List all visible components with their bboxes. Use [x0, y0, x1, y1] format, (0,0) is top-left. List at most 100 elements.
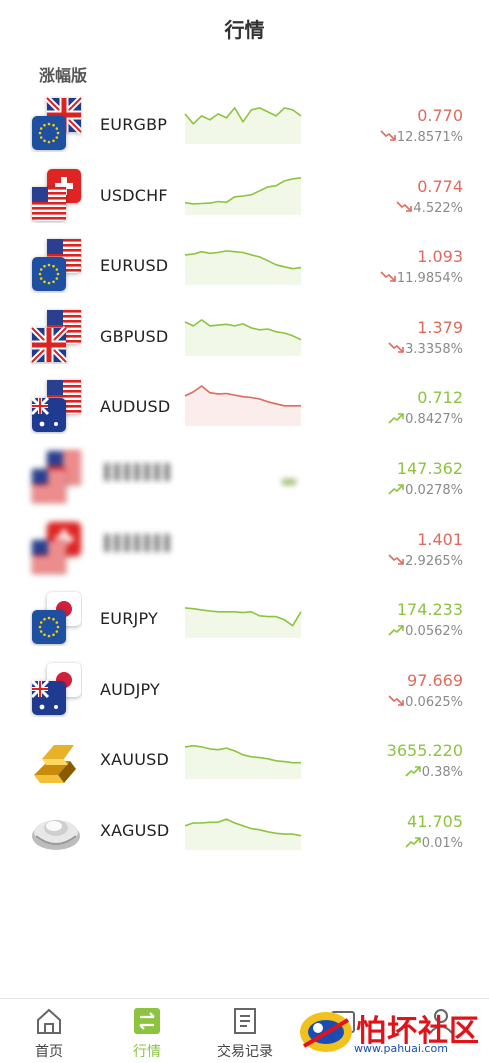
price-value: 1.093	[417, 247, 463, 267]
trend-up-icon	[405, 837, 421, 848]
currency-pair-flags	[32, 592, 81, 645]
currency-pair-flags	[30, 309, 81, 364]
sparkline-chart	[184, 250, 302, 286]
symbol-label: XAUUSD	[100, 750, 170, 770]
symbol-label: EURGBP	[100, 115, 168, 134]
trend-down-icon	[380, 271, 396, 282]
sparkline-chart	[184, 107, 302, 144]
quote-row[interactable]: XAUUSD 3655.220 0.38%	[0, 727, 489, 798]
price-value: 97.669	[407, 670, 463, 690]
instrument-icon	[30, 237, 82, 293]
quote-row[interactable]: 147.362 0.0278%	[0, 445, 489, 516]
tab-label: 首页	[35, 1044, 63, 1060]
tab-label: 行情	[133, 1044, 161, 1060]
sparkline-chart	[184, 818, 302, 850]
section-title: 涨幅版	[39, 66, 88, 85]
sparkline-chart	[184, 176, 302, 215]
change-percent: 0.0562%	[405, 624, 463, 640]
price-value: 1.401	[417, 529, 463, 549]
change-percent: 0.01%	[421, 836, 463, 851]
change-value: 4.522%	[396, 201, 463, 216]
instrument-icon	[30, 590, 82, 646]
tab-label: 交易记录	[217, 1044, 273, 1060]
change-percent: 0.38%	[421, 765, 463, 781]
trend-up-icon	[388, 484, 404, 495]
change-percent: 3.3358%	[405, 341, 463, 357]
quote-row[interactable]: 1.401 2.9265%	[0, 516, 489, 587]
change-value: 0.38%	[405, 765, 463, 780]
quote-row[interactable]: XAGUSD 41.705 0.01%	[0, 798, 489, 869]
symbol-label: AUDUSD	[100, 397, 171, 417]
symbol-label: EURUSD	[100, 256, 169, 276]
instrument-icon	[30, 520, 82, 576]
currency-pair-flags	[32, 168, 81, 221]
quote-row[interactable]: AUDUSD 0.712 0.8427%	[0, 374, 489, 445]
tab-home[interactable]: 首页	[0, 999, 98, 1063]
header: 行情	[0, 0, 489, 56]
change-percent: 0.0278%	[405, 483, 463, 498]
change-value: 0.0562%	[388, 624, 463, 639]
blurred-symbol	[104, 463, 174, 481]
symbol-label: GBPUSD	[100, 326, 169, 346]
sparkline-chart	[184, 318, 302, 356]
sparkline-chart	[184, 745, 301, 780]
currency-pair-flags	[30, 662, 81, 715]
change-value: 2.9265%	[388, 554, 463, 569]
price-value: 41.705	[407, 812, 463, 831]
instrument-icon	[30, 378, 82, 434]
trend-down-icon	[380, 130, 396, 141]
change-value: 3.3358%	[388, 342, 463, 357]
change-value: 0.0278%	[388, 483, 463, 498]
trend-up-icon	[388, 413, 404, 424]
silver-ingot-icon	[32, 820, 80, 850]
change-percent: 2.9265%	[405, 553, 463, 569]
quote-row[interactable]: AUDJPY 97.669 0.0625%	[0, 657, 489, 728]
watermark-url: www.pahuai.com	[354, 1042, 448, 1055]
currency-pair-flags	[32, 451, 81, 503]
trend-down-icon	[388, 554, 404, 565]
change-percent: 0.0625%	[405, 694, 463, 710]
price-value: 0.770	[417, 106, 463, 125]
instrument-icon	[30, 167, 82, 223]
currency-pair-flags	[30, 380, 81, 433]
quote-row[interactable]: EURJPY 174.233 0.0562%	[0, 586, 489, 657]
change-value: 0.8427%	[388, 412, 463, 427]
instrument-icon	[30, 96, 82, 152]
instrument-icon	[30, 802, 82, 858]
change-percent: 4.522%	[413, 200, 463, 216]
document-icon	[234, 1008, 256, 1034]
home-icon	[37, 1008, 61, 1034]
symbol-label: USDCHF	[100, 185, 168, 205]
trend-down-icon	[388, 342, 404, 353]
sparkline-chart	[184, 607, 302, 639]
price-value: 147.362	[396, 459, 463, 478]
tab-document[interactable]: 交易记录	[196, 999, 294, 1063]
instrument-icon	[30, 661, 82, 717]
exchange-icon	[134, 1008, 160, 1034]
page-title: 行情	[224, 18, 265, 42]
currency-pair-flags	[32, 239, 81, 292]
change-value: 12.8571%	[380, 130, 463, 145]
trend-down-icon	[396, 201, 413, 212]
price-value: 1.379	[417, 317, 463, 337]
price-value: 3655.220	[386, 741, 463, 761]
quote-row[interactable]: EURGBP 0.770 12.8571%	[0, 92, 489, 163]
price-value: 0.774	[417, 176, 463, 196]
symbol-label: AUDJPY	[100, 679, 160, 699]
instrument-icon	[30, 308, 82, 364]
change-percent: 11.9854%	[396, 271, 463, 287]
quote-row[interactable]: EURUSD 1.093 11.9854%	[0, 233, 489, 304]
currency-pair-flags	[32, 96, 82, 150]
change-value: 0.0625%	[388, 695, 463, 710]
blurred-symbol	[104, 533, 174, 552]
gold-bars-icon	[34, 745, 76, 784]
change-percent: 0.8427%	[405, 412, 463, 428]
price-value: 0.712	[417, 388, 463, 408]
sparkline-chart	[184, 385, 301, 427]
trend-down-icon	[388, 695, 404, 706]
quote-row[interactable]: USDCHF 0.774 4.522%	[0, 163, 489, 234]
tab-exchange[interactable]: 行情	[98, 999, 196, 1063]
change-value: 11.9854%	[380, 271, 463, 286]
quote-row[interactable]: GBPUSD 1.379 3.3358%	[0, 304, 489, 375]
symbol-label: XAGUSD	[100, 821, 170, 840]
